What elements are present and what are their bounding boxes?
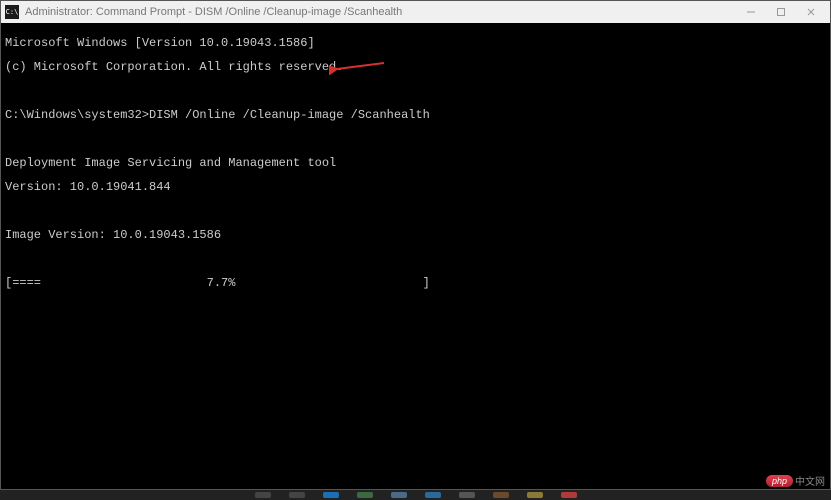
terminal-output[interactable]: Microsoft Windows [Version 10.0.19043.15… <box>1 23 830 489</box>
output-line: Deployment Image Servicing and Managemen… <box>5 157 826 169</box>
command-prompt-window: C:\ Administrator: Command Prompt - DISM… <box>0 0 831 490</box>
taskbar[interactable] <box>0 490 831 500</box>
taskbar-item[interactable] <box>255 492 271 498</box>
taskbar-item[interactable] <box>493 492 509 498</box>
taskbar-item[interactable] <box>323 492 339 498</box>
taskbar-item[interactable] <box>357 492 373 498</box>
minimize-button[interactable] <box>736 1 766 23</box>
taskbar-item[interactable] <box>561 492 577 498</box>
taskbar-item[interactable] <box>289 492 305 498</box>
progress-line: [==== 7.7% ] <box>5 277 826 289</box>
watermark: php 中文网 <box>766 473 825 488</box>
titlebar[interactable]: C:\ Administrator: Command Prompt - DISM… <box>1 1 830 23</box>
window-title: Administrator: Command Prompt - DISM /On… <box>25 6 736 18</box>
output-blank <box>5 133 826 145</box>
close-button[interactable] <box>796 1 826 23</box>
output-line: Image Version: 10.0.19043.1586 <box>5 229 826 241</box>
output-line: Microsoft Windows [Version 10.0.19043.15… <box>5 37 826 49</box>
output-blank <box>5 253 826 265</box>
output-blank <box>5 85 826 97</box>
window-controls <box>736 1 826 23</box>
taskbar-item[interactable] <box>459 492 475 498</box>
watermark-badge: php <box>766 475 793 487</box>
output-blank <box>5 205 826 217</box>
maximize-button[interactable] <box>766 1 796 23</box>
app-icon: C:\ <box>5 5 19 19</box>
output-line: (c) Microsoft Corporation. All rights re… <box>5 61 826 73</box>
watermark-text: 中文网 <box>795 473 825 488</box>
taskbar-item[interactable] <box>391 492 407 498</box>
taskbar-item[interactable] <box>425 492 441 498</box>
taskbar-item[interactable] <box>527 492 543 498</box>
output-line: Version: 10.0.19041.844 <box>5 181 826 193</box>
prompt-line: C:\Windows\system32>DISM /Online /Cleanu… <box>5 109 826 121</box>
